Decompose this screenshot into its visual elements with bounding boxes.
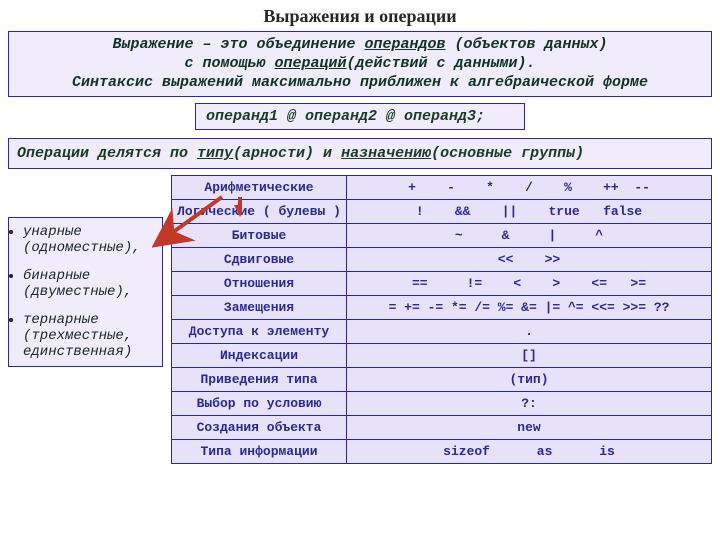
operators-cell: = += -= *= /= %= &= |= ^= <<= >>= ?? xyxy=(347,296,712,320)
table-row: Арифметические+ - * / % ++ -- xyxy=(172,176,712,200)
arity-box: унарные (одноместные), бинарные (двумест… xyxy=(8,217,163,367)
category-cell: Создания объекта xyxy=(172,416,347,440)
category-cell: Доступа к элементу xyxy=(172,320,347,344)
table-row: Замещения= += -= *= /= %= &= |= ^= <<= >… xyxy=(172,296,712,320)
def-line1-post: (объектов данных) xyxy=(446,36,608,53)
types-pre: Операции делятся по xyxy=(17,145,197,162)
table-row: Доступа к элементу. xyxy=(172,320,712,344)
arity-list: унарные (одноместные), бинарные (двумест… xyxy=(13,224,158,360)
types-u2: назначению xyxy=(341,145,431,162)
operators-cell: ~ & | ^ xyxy=(347,224,712,248)
operators-cell: [] xyxy=(347,344,712,368)
arity-sub: (одноместные), xyxy=(23,240,141,256)
arity-main: бинарные xyxy=(23,268,90,284)
def-line3: Синтаксис выражений максимально приближе… xyxy=(72,74,648,91)
def-line1-pre: Выражение – это объединение xyxy=(112,36,364,53)
operators-cell: + - * / % ++ -- xyxy=(347,176,712,200)
arity-main: тернарные xyxy=(23,312,99,328)
category-cell: Замещения xyxy=(172,296,347,320)
operators-cell: << >> xyxy=(347,248,712,272)
arity-main: унарные xyxy=(23,224,82,240)
def-line2-pre: с помощью xyxy=(184,55,274,72)
types-box: Операции делятся по типу(арности) и назн… xyxy=(8,138,712,169)
operations-table: Арифметические+ - * / % ++ --Логические … xyxy=(171,175,712,464)
category-cell: Отношения xyxy=(172,272,347,296)
operators-cell: == != < > <= >= xyxy=(347,272,712,296)
list-item: унарные (одноместные), xyxy=(23,224,158,256)
category-cell: Индексации xyxy=(172,344,347,368)
def-line2-u: операций xyxy=(274,55,346,72)
category-cell: Приведения типа xyxy=(172,368,347,392)
category-cell: Логические ( булевы ) xyxy=(172,200,347,224)
table-row: Приведения типа(тип) xyxy=(172,368,712,392)
def-line1-u: операндов xyxy=(365,36,446,53)
category-cell: Сдвиговые xyxy=(172,248,347,272)
category-cell: Выбор по условию xyxy=(172,392,347,416)
def-line2-post: (действий с данными). xyxy=(347,55,536,72)
table-row: Создания объектаnew xyxy=(172,416,712,440)
syntax-box: операнд1 @ операнд2 @ операнд3; xyxy=(195,103,525,130)
operators-cell: ?: xyxy=(347,392,712,416)
table-row: Битовые~ & | ^ xyxy=(172,224,712,248)
operators-cell: sizeof as is xyxy=(347,440,712,464)
category-cell: Типа информации xyxy=(172,440,347,464)
operators-cell: . xyxy=(347,320,712,344)
table-row: Сдвиговые<< >> xyxy=(172,248,712,272)
definition-box: Выражение – это объединение операндов (о… xyxy=(8,31,712,97)
arity-sub: (двуместные), xyxy=(23,284,132,300)
table-row: Типа информацииsizeof as is xyxy=(172,440,712,464)
operators-cell: new xyxy=(347,416,712,440)
types-post: (основные группы) xyxy=(431,145,584,162)
category-cell: Битовые xyxy=(172,224,347,248)
table-row: Выбор по условию?: xyxy=(172,392,712,416)
table-row: Индексации[] xyxy=(172,344,712,368)
page-title: Выражения и операции xyxy=(8,6,712,27)
types-mid: (арности) и xyxy=(233,145,341,162)
list-item: тернарные (трехместные, единственная) xyxy=(23,312,158,360)
table-row: Логические ( булевы )! && || true false xyxy=(172,200,712,224)
category-cell: Арифметические xyxy=(172,176,347,200)
operators-cell: ! && || true false xyxy=(347,200,712,224)
list-item: бинарные (двуместные), xyxy=(23,268,158,300)
arity-sub: (трехместные, единственная) xyxy=(23,328,132,360)
types-u1: типу xyxy=(197,145,233,162)
table-row: Отношения== != < > <= >= xyxy=(172,272,712,296)
operators-cell: (тип) xyxy=(347,368,712,392)
